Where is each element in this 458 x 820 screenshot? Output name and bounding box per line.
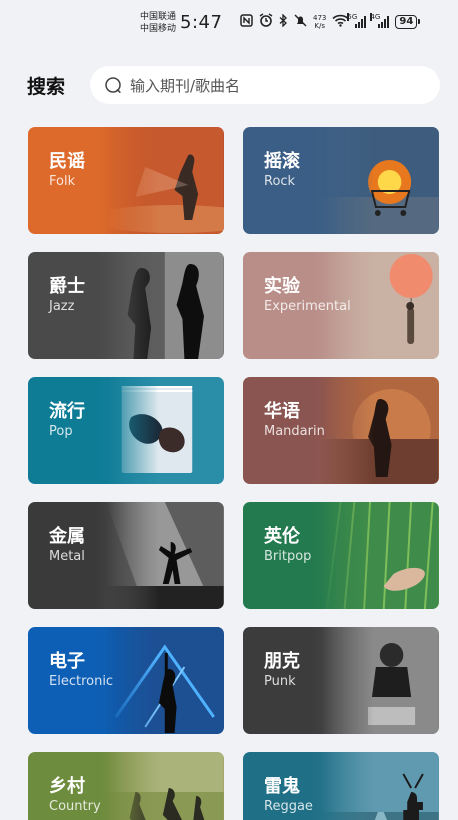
bluetooth-icon [279,12,288,30]
battery-level: 94 [395,14,418,29]
status-icons: 473 K/s 5G 4G 94 [240,12,421,30]
signal-icon-sim2: 4G [370,12,390,28]
search-title: 搜索 [27,76,66,98]
battery-icon: 94 [395,14,421,29]
bed-image [106,377,224,484]
genre-subtitle: Folk [49,174,76,189]
sim1-tag: 5G [347,12,358,21]
genre-subtitle: Jazz [49,299,75,314]
genre-card[interactable]: 实验 Experimental [243,252,439,359]
genre-card[interactable]: 华语 Mandarin [243,377,439,484]
search-icon [105,77,121,93]
genre-card[interactable]: 电子 Electronic [28,627,224,734]
genre-card[interactable]: 爵士 Jazz [28,252,224,359]
genre-card[interactable]: 民谣 Folk [28,127,224,234]
drummer-image [321,627,439,734]
genre-title: 雷鬼 [264,776,300,797]
sim2-tag: 4G [370,12,381,21]
desert-figure-image [86,127,224,234]
genre-title: 民谣 [49,151,85,172]
net-speed-unit: K/s [314,21,325,30]
genre-card[interactable]: 金属 Metal [28,502,224,609]
genre-title: 朋克 [264,651,300,672]
net-speed-value: 473 [313,13,327,22]
genre-title: 金属 [49,526,85,547]
genre-subtitle: Rock [264,174,296,189]
nfc-icon [240,13,253,30]
carrier-1: 中国联通 [140,12,177,22]
genre-title: 爵士 [49,276,85,297]
stage-light-image [106,502,224,609]
genre-subtitle: Country [49,799,101,814]
genre-title: 摇滚 [264,151,300,172]
genre-card[interactable]: 英伦 Britpop [243,502,439,609]
neon-stage-image [106,627,224,734]
genre-card[interactable]: 流行 Pop [28,377,224,484]
sunset-silhouette-image [321,377,439,484]
search-placeholder: 输入期刊/歌曲名 [130,76,241,95]
field-runners-image [106,752,224,820]
grass-hand-image [321,502,439,609]
carrier-info: 中国联通 中国移动 [140,11,176,35]
bw-figures-image [106,252,224,359]
genre-card[interactable]: 摇滚 Rock [243,127,439,234]
status-bar: 中国联通 中国移动 5:47 473 K/s 5G 4G 94 [0,0,458,46]
net-speed: 473 K/s [313,14,326,30]
signal-icon-sim1: 5G [347,12,367,28]
deer-road-image [321,752,439,820]
genre-title: 华语 [264,401,300,422]
genre-title: 英伦 [264,526,300,547]
carrier-2: 中国移动 [140,24,177,34]
genre-subtitle: Punk [264,674,296,689]
genre-subtitle: Metal [49,549,85,564]
burning-cart-image [321,127,439,234]
genre-subtitle: Britpop [264,549,312,564]
alarm-icon [259,13,273,30]
genre-card[interactable]: 雷鬼 Reggae [243,752,439,820]
genre-title: 电子 [49,651,85,672]
genre-subtitle: Experimental [264,299,351,314]
genre-card[interactable]: 朋克 Punk [243,627,439,734]
clock: 5:47 [180,12,223,33]
genre-subtitle: Mandarin [264,424,325,439]
genre-subtitle: Reggae [264,799,313,814]
genre-grid: 民谣 Folk 摇滚 Rock 爵士 Jazz 实验 Experimental 流行 Pop 华语 M… [28,127,439,820]
genre-card[interactable]: 乡村 Country [28,752,224,820]
genre-subtitle: Electronic [49,674,114,689]
genre-title: 实验 [264,276,300,297]
genre-subtitle: Pop [49,424,73,439]
genre-title: 乡村 [49,776,85,797]
mute-icon [294,14,307,30]
genre-title: 流行 [49,401,85,422]
search-input[interactable]: 输入期刊/歌曲名 [90,66,440,104]
